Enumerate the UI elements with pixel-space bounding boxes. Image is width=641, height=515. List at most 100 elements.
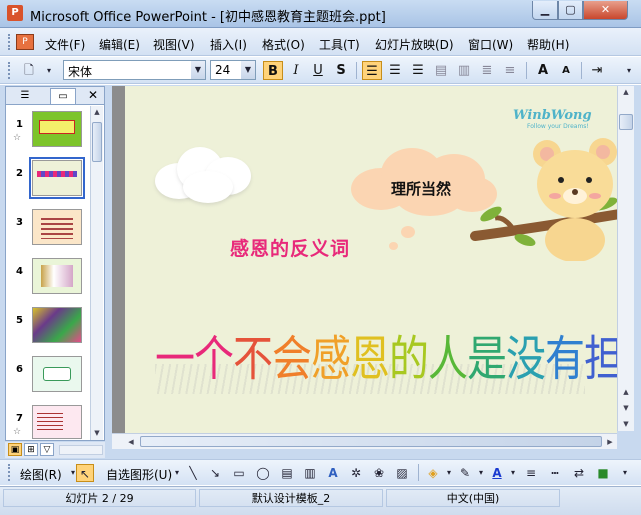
toolbar-options-icon[interactable]: ▾ <box>39 61 59 80</box>
line-tool-icon[interactable]: ╲ <box>184 464 202 482</box>
picture-icon[interactable]: ▨ <box>393 464 411 482</box>
align-center-icon[interactable]: ☰ <box>385 61 405 80</box>
normal-view-icon[interactable]: ▣ <box>8 443 22 456</box>
slide-hscrollbar[interactable]: ◀ ▶ <box>112 433 617 449</box>
powerpoint-icon[interactable]: P <box>7 5 23 21</box>
minimize-button[interactable]: ▁ <box>532 1 558 20</box>
menu-file[interactable]: 文件(F) <box>45 36 85 53</box>
grow-font-button[interactable]: A <box>533 61 553 80</box>
scroll-down-icon[interactable]: ▼ <box>91 427 103 439</box>
toolbar-grip[interactable] <box>8 62 12 79</box>
oval-tool-icon[interactable]: ◯ <box>254 464 272 482</box>
previous-slide-icon[interactable]: ▲ <box>618 386 634 398</box>
dash-style-icon[interactable]: ┅ <box>546 464 564 482</box>
scroll-right-icon[interactable]: ▶ <box>604 436 616 448</box>
toolbar-grip[interactable] <box>8 34 12 50</box>
toolbar-separator <box>418 464 419 481</box>
title-bar: P Microsoft Office PowerPoint - [初中感恩教育主… <box>0 0 641 28</box>
maximize-button[interactable]: ▢ <box>558 1 583 20</box>
menu-edit[interactable]: 编辑(E) <box>99 36 140 53</box>
vertical-textbox-icon[interactable]: ▥ <box>301 464 319 482</box>
column-icon[interactable]: ▥ <box>454 61 474 80</box>
panel-scrollbar[interactable]: ▲ ▼ <box>90 106 103 440</box>
textbox-tool-icon[interactable]: ▤ <box>278 464 296 482</box>
chevron-down-icon[interactable]: ▼ <box>241 61 255 79</box>
slide-scroll-thumb[interactable] <box>619 114 633 130</box>
language-status: 中文(中国) <box>386 489 560 507</box>
scroll-left-icon[interactable]: ◀ <box>125 436 137 448</box>
line-style-icon[interactable]: ≡ <box>522 464 540 482</box>
slide-thumbnail-1[interactable] <box>32 111 82 147</box>
underline-button[interactable]: U <box>308 61 328 80</box>
close-icon[interactable]: ✕ <box>88 88 98 102</box>
shrink-font-button[interactable]: A <box>556 61 576 80</box>
toolbar-grip[interactable] <box>8 464 12 481</box>
outline-tab-icon[interactable]: ☰ <box>12 88 38 104</box>
close-button[interactable]: ✕ <box>583 1 628 20</box>
slideshow-view-icon[interactable]: ▽ <box>40 443 54 456</box>
distribute-icon[interactable]: ▤ <box>431 61 451 80</box>
slide-subtitle: 感恩的反义词 <box>230 238 351 260</box>
main-text-char: 会 <box>272 332 312 388</box>
menu-window[interactable]: 窗口(W) <box>468 36 513 53</box>
italic-button[interactable]: I <box>286 61 306 80</box>
slide-scrollbar[interactable]: ▲ ▲ ▼ ▼ <box>617 86 634 431</box>
menu-slideshow[interactable]: 幻灯片放映(D) <box>375 36 454 53</box>
slide-thumbnail-4[interactable] <box>32 258 82 294</box>
toolbar-options-icon[interactable]: ▾ <box>616 464 634 482</box>
menu-view[interactable]: 视图(V) <box>153 36 195 53</box>
panel-scroll-thumb[interactable] <box>92 122 102 162</box>
select-pointer-icon[interactable]: ↖ <box>76 464 94 482</box>
toolbar-separator <box>581 62 582 79</box>
font-size-value: 24 <box>215 63 231 77</box>
autoshapes-button[interactable]: 自选图形(U) <box>106 466 172 483</box>
arrow-tool-icon[interactable]: ↘ <box>206 464 224 482</box>
font-name-combo[interactable]: 宋体 ▼ <box>63 60 206 80</box>
align-right-icon[interactable]: ☰ <box>408 61 428 80</box>
rectangle-tool-icon[interactable]: ▭ <box>230 464 248 482</box>
shadow-style-icon[interactable]: ■ <box>594 464 612 482</box>
chevron-down-icon[interactable]: ▼ <box>191 61 205 79</box>
arrow-style-icon[interactable]: ⇄ <box>570 464 588 482</box>
bubble-text: 理所当然 <box>391 180 452 198</box>
menu-format[interactable]: 格式(O) <box>262 36 305 53</box>
menu-help[interactable]: 帮助(H) <box>527 36 569 53</box>
slide-number: 7 <box>16 413 23 424</box>
bold-button[interactable]: B <box>263 61 283 80</box>
hscroll-thumb[interactable] <box>140 436 602 447</box>
slide-thumbnail-3[interactable] <box>32 209 82 245</box>
slides-tab-icon[interactable]: ▭ <box>50 88 76 104</box>
numbering-icon[interactable]: ≣ <box>477 61 497 80</box>
slides-panel: ☰ ▭ ✕ 1 ☆ 2 3 4 5 6 7 ☆ ▲ ▼ <box>5 86 105 441</box>
new-document-icon[interactable]: 🗋 <box>19 61 39 80</box>
panel-hscroll[interactable] <box>59 445 103 455</box>
slide-thumbnail-7[interactable] <box>32 405 82 439</box>
align-left-icon[interactable]: ☰ <box>362 61 382 80</box>
wordart-icon[interactable]: A <box>324 464 342 482</box>
scroll-down-icon[interactable]: ▼ <box>618 418 634 430</box>
diagram-icon[interactable]: ✲ <box>347 464 365 482</box>
font-size-combo[interactable]: 24 ▼ <box>210 60 256 80</box>
scroll-up-icon[interactable]: ▲ <box>618 86 634 98</box>
toolbar-options-icon[interactable]: ▾ <box>619 61 639 80</box>
bullets-icon[interactable]: ≡ <box>500 61 520 80</box>
scroll-up-icon[interactable]: ▲ <box>91 106 103 118</box>
slide-number: 1 <box>16 119 23 130</box>
chevron-down-icon[interactable]: ▾ <box>504 464 522 482</box>
slide-thumbnail-5[interactable] <box>32 307 82 343</box>
slide-number: 6 <box>16 364 23 375</box>
menu-tools[interactable]: 工具(T) <box>319 36 360 53</box>
slide-thumbnail-2[interactable] <box>29 157 85 199</box>
clipart-icon[interactable]: ❀ <box>370 464 388 482</box>
draw-menu-button[interactable]: 绘图(R) <box>20 466 62 483</box>
shadow-button[interactable]: S <box>331 61 351 80</box>
document-icon[interactable]: P <box>16 34 34 50</box>
indent-icon[interactable]: ⇥ <box>587 61 607 80</box>
current-slide[interactable]: 理所当然 WinbWong Follow your Dreams! 感恩的反义词… <box>125 86 617 433</box>
slide-editing-area: 理所当然 WinbWong Follow your Dreams! 感恩的反义词… <box>112 86 617 433</box>
main-text-char: 有 <box>545 332 585 388</box>
slide-thumbnail-6[interactable] <box>32 356 82 392</box>
next-slide-icon[interactable]: ▼ <box>618 402 634 414</box>
menu-insert[interactable]: 插入(I) <box>210 36 247 53</box>
slide-sorter-icon[interactable]: ⊞ <box>24 443 38 456</box>
